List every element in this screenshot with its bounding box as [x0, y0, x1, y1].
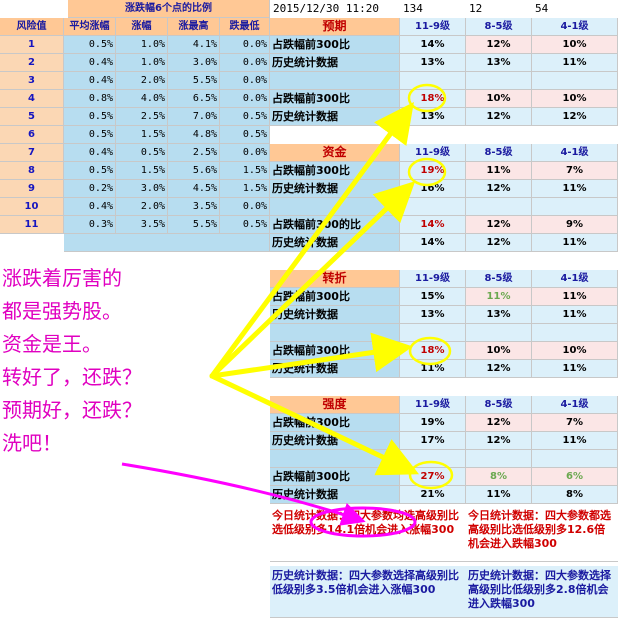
- circle-highlight: [407, 83, 447, 113]
- circle-highlight: [309, 506, 417, 538]
- arrow-yellow: [209, 373, 420, 476]
- arrow-yellow: [209, 332, 413, 379]
- arrow-yellow: [209, 181, 416, 379]
- arrow-yellow: [209, 101, 414, 379]
- annotation-arrows: [121, 83, 454, 538]
- circle-highlight: [407, 157, 447, 187]
- circle-highlight: [408, 336, 452, 366]
- circle-highlight: [408, 460, 454, 490]
